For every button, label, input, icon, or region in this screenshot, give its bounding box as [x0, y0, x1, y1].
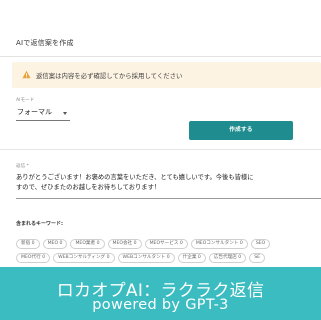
keyword-chip: 什企業 0	[177, 253, 206, 263]
reply-underline	[16, 198, 321, 199]
reply-label: 返信 *	[16, 164, 29, 169]
warning-icon	[22, 70, 31, 79]
promo-banner: ロカオプAI：ラクラク返信 powered by GPT-3	[0, 267, 321, 320]
mode-select[interactable]: フォーマル	[16, 104, 70, 121]
banner-subtitle: powered by GPT-3	[92, 297, 229, 313]
keywords-label: 含まれるキーワード:	[16, 221, 64, 227]
keyword-chip: MEO代行 0	[16, 253, 51, 263]
ai-reply-panel: AIで返信案を作成 返信案は内容を必ず確認してから採用してください AIモード …	[0, 0, 321, 320]
alert-message: 返信案は内容を必ず確認してから採用してください	[36, 72, 183, 80]
header-divider	[0, 56, 321, 57]
keyword-chip: 広告代理店 0	[208, 253, 247, 263]
keyword-row-2: MEO代行 0 WEBコンサルティング 0 WEBコンサルタント 0 什企業 0 広告代…	[16, 243, 268, 263]
keyword-chip: WEBコンサルティング 0	[53, 253, 115, 263]
keyword-chip: WEBコンサルタント 0	[117, 253, 175, 263]
keyword-row-1: 新宿 0 MEO 0 MEO業者 0 MEO会社 0 MEOサービス 0 MEOコンサルタ…	[16, 229, 273, 249]
mode-select-value: フォーマル	[17, 108, 52, 116]
mode-label: AIモード	[16, 98, 35, 103]
section-divider	[0, 149, 321, 150]
keyword-chip: SE	[249, 253, 266, 263]
panel-title: AIで返信案を作成	[16, 39, 74, 47]
generate-button[interactable]: 作成する	[189, 121, 293, 140]
reply-textarea[interactable]: ありがとうございます！お褒めの言葉をいただき、とても嬉しいです。今後も皆様に す…	[16, 173, 321, 193]
chevron-down-icon	[63, 112, 67, 115]
warning-alert: 返信案は内容を必ず確認してから採用してください	[12, 62, 321, 88]
